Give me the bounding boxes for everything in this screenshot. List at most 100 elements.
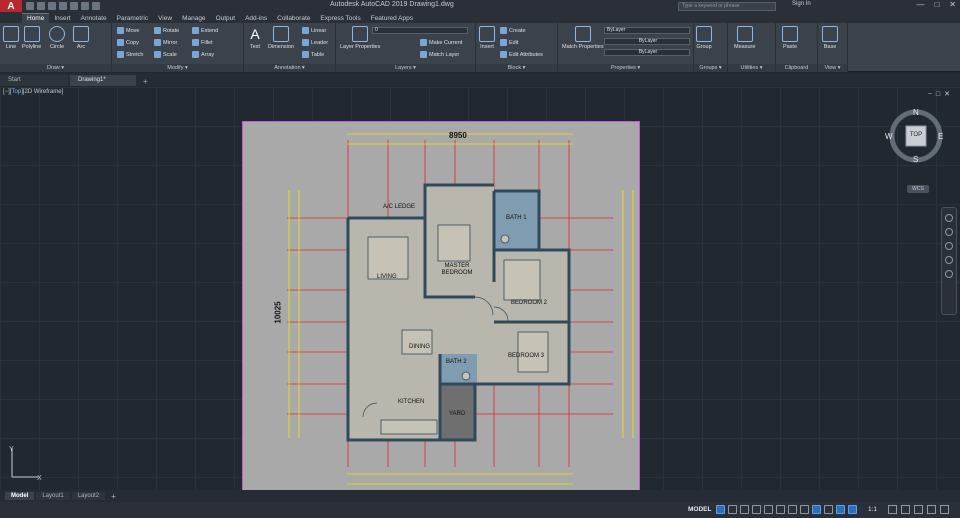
block-panel-title[interactable]: Block ▾ xyxy=(476,64,557,72)
polyline-button[interactable]: Polyline xyxy=(22,26,41,50)
circle-button[interactable]: Circle xyxy=(49,26,65,50)
minimize-button[interactable]: — xyxy=(916,0,924,9)
make-current-button[interactable]: Make Current xyxy=(420,39,462,46)
model-space-button[interactable]: MODEL xyxy=(688,506,711,513)
linear-dropdown[interactable]: Linear xyxy=(302,27,326,34)
color-dropdown[interactable]: ByLayer xyxy=(604,27,690,34)
tab-collaborate[interactable]: Collaborate xyxy=(272,14,315,23)
leader-dropdown[interactable]: Leader xyxy=(302,39,328,46)
showmotion-icon[interactable] xyxy=(945,270,953,278)
mirror-button[interactable]: Mirror xyxy=(154,39,177,46)
group-button[interactable]: Group xyxy=(696,26,712,50)
copy-button[interactable]: Copy xyxy=(117,39,139,46)
scale-button[interactable]: Scale xyxy=(154,51,177,58)
stretch-button[interactable]: Stretch xyxy=(117,51,143,58)
arc-button[interactable]: Arc xyxy=(73,26,89,50)
text-button[interactable]: A Text xyxy=(247,26,263,50)
start-tab[interactable]: Start xyxy=(0,75,68,86)
array-button[interactable]: Array xyxy=(192,51,214,58)
fillet-button[interactable]: Fillet xyxy=(192,39,213,46)
properties-panel-title[interactable]: Properties ▾ xyxy=(558,64,693,72)
undo-icon[interactable] xyxy=(81,2,89,10)
compass-east[interactable]: E xyxy=(938,132,943,141)
annotation-monitor-icon[interactable] xyxy=(901,505,910,514)
workspace-gear-icon[interactable] xyxy=(888,505,897,514)
search-input[interactable]: Type a keyword or phrase xyxy=(678,2,776,11)
save-icon[interactable] xyxy=(48,2,56,10)
annotation-scale-dropdown[interactable]: 1:1 xyxy=(868,506,877,513)
match-layer-button[interactable]: Match Layer xyxy=(420,51,459,58)
viewcube-top-face[interactable]: TOP xyxy=(906,132,926,138)
compass-north[interactable]: N xyxy=(913,108,919,117)
wcs-dropdown[interactable]: WCS xyxy=(907,185,929,193)
ortho-toggle-icon[interactable] xyxy=(740,505,749,514)
tab-home[interactable]: Home xyxy=(22,13,50,23)
grid-toggle-icon[interactable] xyxy=(716,505,725,514)
autocad-logo-icon[interactable]: A xyxy=(0,0,22,12)
new-drawing-plus-icon[interactable]: + xyxy=(138,77,153,86)
object-track-icon[interactable] xyxy=(776,505,785,514)
compass-west[interactable]: W xyxy=(885,132,893,141)
base-button[interactable]: Base xyxy=(822,26,838,50)
viewcube[interactable]: TOP N S E W xyxy=(885,107,945,165)
groups-panel-title[interactable]: Groups ▾ xyxy=(694,64,727,72)
drawing1-tab[interactable]: Drawing1* xyxy=(70,75,136,86)
units-icon[interactable] xyxy=(914,505,923,514)
viewport-controls[interactable]: [−][Top][2D Wireframe] xyxy=(3,89,63,95)
view-panel-title[interactable]: View ▾ xyxy=(818,64,847,72)
edit-attributes-button[interactable]: Edit Attributes xyxy=(500,51,543,58)
modify-panel-title[interactable]: Modify ▾ xyxy=(112,64,243,72)
tab-parametric[interactable]: Parametric xyxy=(112,14,153,23)
open-icon[interactable] xyxy=(37,2,45,10)
paste-button[interactable]: Paste xyxy=(782,26,798,50)
osnap-icon[interactable] xyxy=(788,505,797,514)
polar-toggle-icon[interactable] xyxy=(752,505,761,514)
pan-icon[interactable] xyxy=(945,228,953,236)
edit-block-button[interactable]: Edit xyxy=(500,39,518,46)
extend-button[interactable]: Extend xyxy=(192,27,218,34)
new-icon[interactable] xyxy=(26,2,34,10)
auto-scale-icon[interactable] xyxy=(848,505,857,514)
steering-wheel-icon[interactable] xyxy=(945,214,953,222)
annotation-panel-title[interactable]: Annotation ▾ xyxy=(244,64,335,72)
selection-cycling-icon[interactable] xyxy=(824,505,833,514)
snap-toggle-icon[interactable] xyxy=(728,505,737,514)
layout2-tab[interactable]: Layout2 xyxy=(71,492,106,500)
move-button[interactable]: Move xyxy=(117,27,139,34)
plot-icon[interactable] xyxy=(70,2,78,10)
tab-featured-apps[interactable]: Featured Apps xyxy=(366,14,418,23)
new-layout-plus-icon[interactable]: + xyxy=(107,492,120,501)
viewport-window-controls[interactable]: −□✕ xyxy=(928,90,954,98)
utilities-panel-title[interactable]: Utilities ▾ xyxy=(728,64,775,72)
draw-panel-title[interactable]: Draw ▾ xyxy=(0,64,111,72)
model-tab[interactable]: Model xyxy=(5,492,35,500)
linetype-dropdown[interactable]: ByLayer xyxy=(604,49,690,56)
match-properties-button[interactable]: Match Properties xyxy=(562,26,604,50)
insert-button[interactable]: Insert xyxy=(479,26,495,50)
isodraft-icon[interactable] xyxy=(764,505,773,514)
customization-menu-icon[interactable] xyxy=(940,505,949,514)
transparency-icon[interactable] xyxy=(812,505,821,514)
create-block-button[interactable]: Create xyxy=(500,27,526,34)
orbit-icon[interactable] xyxy=(945,256,953,264)
tab-express-tools[interactable]: Express Tools xyxy=(315,14,365,23)
tab-insert[interactable]: Insert xyxy=(49,14,75,23)
isolate-objects-icon[interactable] xyxy=(927,505,936,514)
rotate-button[interactable]: Rotate xyxy=(154,27,179,34)
lineweight-icon[interactable] xyxy=(800,505,809,514)
tab-view[interactable]: View xyxy=(153,14,177,23)
close-button[interactable]: ✕ xyxy=(949,0,956,9)
compass-south[interactable]: S xyxy=(913,155,918,164)
sign-in-link[interactable]: Sign In xyxy=(792,1,811,7)
line-button[interactable]: Line xyxy=(3,26,19,50)
measure-button[interactable]: Measure xyxy=(734,26,755,50)
layers-panel-title[interactable]: Layers ▾ xyxy=(336,64,475,72)
tab-add-ins[interactable]: Add-ins xyxy=(240,14,272,23)
annotation-visibility-icon[interactable] xyxy=(836,505,845,514)
layout1-tab[interactable]: Layout1 xyxy=(36,492,70,500)
tab-annotate[interactable]: Annotate xyxy=(76,14,112,23)
dimension-button[interactable]: Dimension xyxy=(268,26,294,50)
drawing-viewport[interactable]: [−][Top][2D Wireframe] −□✕ 8950 10025 A/… xyxy=(0,87,960,492)
layer-dropdown[interactable]: 0 xyxy=(372,27,468,34)
tab-output[interactable]: Output xyxy=(211,14,241,23)
